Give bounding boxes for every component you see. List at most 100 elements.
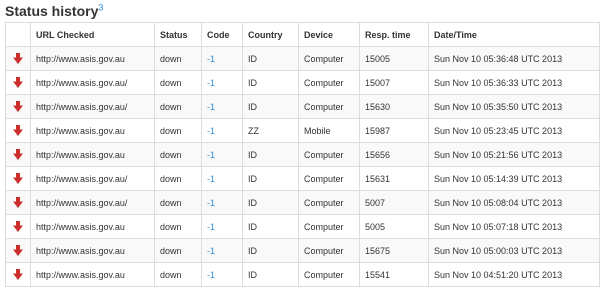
- status-cell: down: [154, 118, 202, 143]
- resp-time-cell: 15631: [359, 166, 429, 191]
- code-cell: -1: [201, 118, 243, 143]
- code-link[interactable]: -1: [207, 54, 215, 64]
- status-icon-cell: [5, 94, 31, 119]
- code-link[interactable]: -1: [207, 222, 215, 232]
- device-cell: Computer: [298, 262, 360, 287]
- table-row: http://www.asis.gov.au down -1 ID Computer 15…: [5, 46, 600, 71]
- status-cell: down: [154, 166, 202, 191]
- code-cell: -1: [201, 190, 243, 215]
- page-title: Status history3: [5, 3, 103, 19]
- page-title-text: Status history: [5, 3, 99, 19]
- resp-time-cell: 15007: [359, 70, 429, 95]
- column-header-url: URL Checked: [30, 22, 155, 47]
- table-row: http://www.asis.gov.au/down -1 ID Computer 5…: [5, 190, 600, 215]
- table-header-row: URL Checked Status Code Country Device R…: [5, 22, 600, 47]
- datetime-cell: Sun Nov 10 05:14:39 UTC 2013: [428, 166, 600, 191]
- status-icon-cell: [5, 166, 31, 191]
- code-cell: -1: [201, 142, 243, 167]
- url-cell: http://www.asis.gov.au/: [30, 166, 155, 191]
- resp-time-cell: 15630: [359, 94, 429, 119]
- code-link[interactable]: -1: [207, 246, 215, 256]
- arrow-down-icon: [13, 53, 23, 65]
- table-row: http://www.asis.gov.au/down -1 ID Computer 1…: [5, 166, 600, 191]
- url-cell: http://www.asis.gov.au: [30, 214, 155, 239]
- datetime-cell: Sun Nov 10 05:21:56 UTC 2013: [428, 142, 600, 167]
- resp-time-cell: 15656: [359, 142, 429, 167]
- status-icon-cell: [5, 70, 31, 95]
- device-cell: Computer: [298, 166, 360, 191]
- arrow-down-icon: [13, 125, 23, 137]
- device-cell: Computer: [298, 70, 360, 95]
- country-cell: ID: [242, 214, 299, 239]
- code-cell: -1: [201, 94, 243, 119]
- column-header-resp-time: Resp. time: [359, 22, 429, 47]
- table-row: http://www.asis.gov.au down -1 ID Computer 15…: [5, 262, 600, 287]
- status-cell: down: [154, 238, 202, 263]
- table-row: http://www.asis.gov.au down -1 ZZ Mobile 1598…: [5, 118, 600, 143]
- url-cell: http://www.asis.gov.au: [30, 238, 155, 263]
- resp-time-cell: 15541: [359, 262, 429, 287]
- status-cell: down: [154, 70, 202, 95]
- column-header-status: Status: [154, 22, 202, 47]
- code-cell: -1: [201, 46, 243, 71]
- status-cell: down: [154, 190, 202, 215]
- device-cell: Computer: [298, 214, 360, 239]
- code-cell: -1: [201, 238, 243, 263]
- code-cell: -1: [201, 166, 243, 191]
- country-cell: ID: [242, 166, 299, 191]
- history-count-link[interactable]: 3: [98, 2, 103, 12]
- column-header-device: Device: [298, 22, 360, 47]
- datetime-cell: Sun Nov 10 05:00:03 UTC 2013: [428, 238, 600, 263]
- table-row: http://www.asis.gov.au down -1 ID Computer 50…: [5, 214, 600, 239]
- resp-time-cell: 15987: [359, 118, 429, 143]
- arrow-down-icon: [13, 197, 23, 209]
- arrow-down-icon: [13, 173, 23, 185]
- status-icon-cell: [5, 262, 31, 287]
- device-cell: Computer: [298, 238, 360, 263]
- resp-time-cell: 15005: [359, 46, 429, 71]
- column-header-country: Country: [242, 22, 299, 47]
- datetime-cell: Sun Nov 10 05:35:50 UTC 2013: [428, 94, 600, 119]
- status-cell: down: [154, 214, 202, 239]
- country-cell: ID: [242, 142, 299, 167]
- status-icon-cell: [5, 190, 31, 215]
- url-cell: http://www.asis.gov.au: [30, 118, 155, 143]
- code-link[interactable]: -1: [207, 174, 215, 184]
- code-link[interactable]: -1: [207, 126, 215, 136]
- country-cell: ID: [242, 94, 299, 119]
- code-link[interactable]: -1: [207, 150, 215, 160]
- code-link[interactable]: -1: [207, 78, 215, 88]
- resp-time-cell: 15675: [359, 238, 429, 263]
- code-link[interactable]: -1: [207, 102, 215, 112]
- datetime-cell: Sun Nov 10 04:51:20 UTC 2013: [428, 262, 600, 287]
- country-cell: ID: [242, 238, 299, 263]
- table-row: http://www.asis.gov.au/down -1 ID Computer 1…: [5, 70, 600, 95]
- code-cell: -1: [201, 70, 243, 95]
- country-cell: ID: [242, 262, 299, 287]
- code-link[interactable]: -1: [207, 198, 215, 208]
- status-cell: down: [154, 46, 202, 71]
- url-cell: http://www.asis.gov.au: [30, 262, 155, 287]
- status-icon-cell: [5, 46, 31, 71]
- datetime-cell: Sun Nov 10 05:36:48 UTC 2013: [428, 46, 600, 71]
- device-cell: Computer: [298, 190, 360, 215]
- resp-time-cell: 5005: [359, 214, 429, 239]
- device-cell: Computer: [298, 94, 360, 119]
- status-icon-cell: [5, 238, 31, 263]
- table-row: http://www.asis.gov.au down -1 ID Computer 15…: [5, 142, 600, 167]
- table-row: http://www.asis.gov.au down -1 ID Computer 15…: [5, 238, 600, 263]
- code-link[interactable]: -1: [207, 270, 215, 280]
- code-cell: -1: [201, 214, 243, 239]
- resp-time-cell: 5007: [359, 190, 429, 215]
- device-cell: Computer: [298, 46, 360, 71]
- column-header-datetime: Date/Time: [428, 22, 600, 47]
- status-cell: down: [154, 94, 202, 119]
- url-cell: http://www.asis.gov.au: [30, 142, 155, 167]
- url-cell: http://www.asis.gov.au: [30, 46, 155, 71]
- url-cell: http://www.asis.gov.au/: [30, 190, 155, 215]
- status-history-table: URL Checked Status Code Country Device R…: [5, 22, 600, 287]
- country-cell: ID: [242, 70, 299, 95]
- status-icon-cell: [5, 214, 31, 239]
- arrow-down-icon: [13, 77, 23, 89]
- arrow-down-icon: [13, 269, 23, 281]
